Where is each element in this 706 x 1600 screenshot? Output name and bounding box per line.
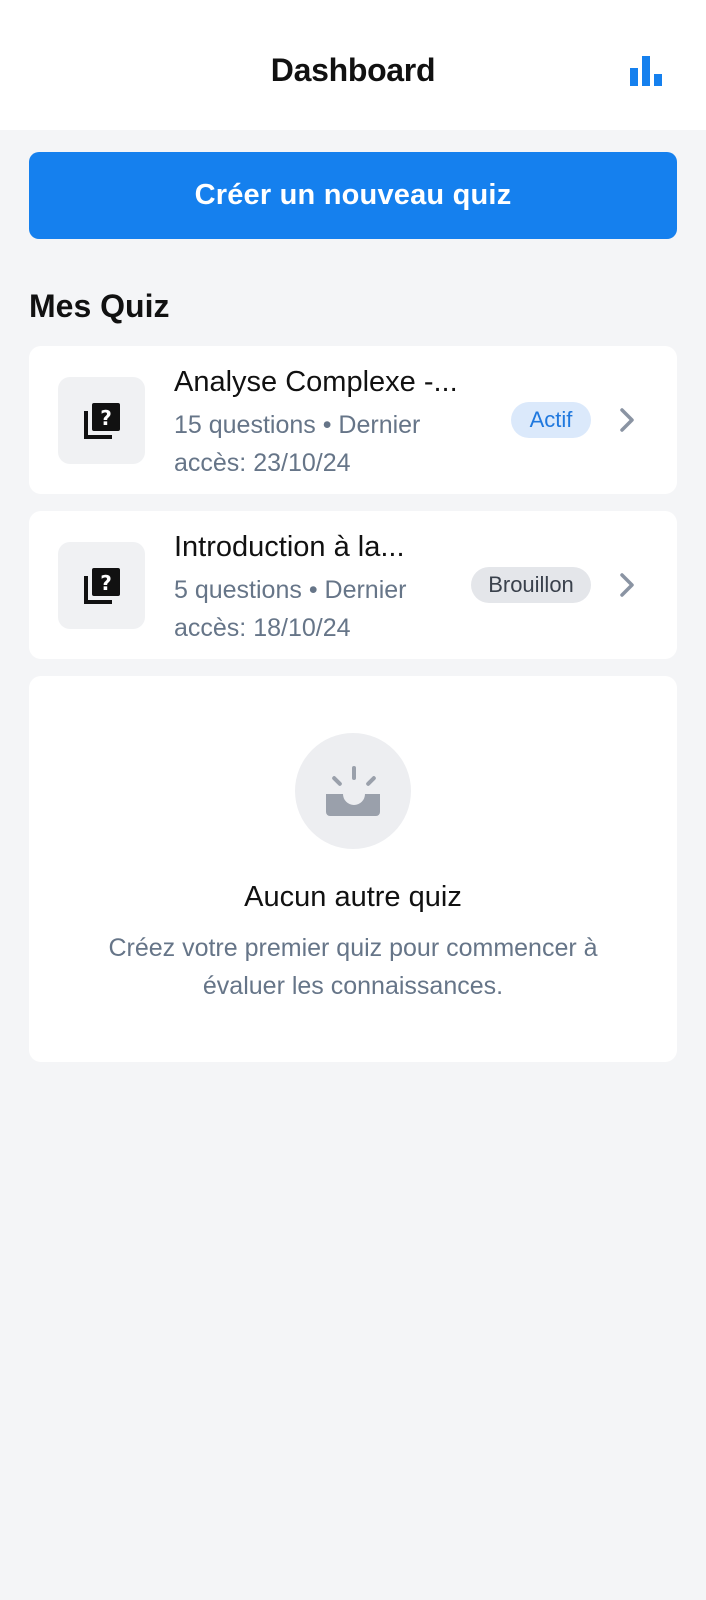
section-title: Mes Quiz <box>29 288 170 324</box>
page-title: Dashboard <box>270 52 436 88</box>
quiz-title: Introduction à la... <box>174 531 405 563</box>
quiz-question-icon: ? <box>83 402 120 439</box>
chevron-right-icon <box>620 408 634 432</box>
statistics-button[interactable] <box>630 54 670 94</box>
create-quiz-button[interactable]: Créer un nouveau quiz <box>29 152 677 239</box>
quiz-title: Analyse Complexe -... <box>174 366 458 398</box>
empty-state-card: Aucun autre quiz Créez votre premier qui… <box>29 676 677 1062</box>
empty-state-description: Créez votre premier quiz pour commencer … <box>108 934 598 1000</box>
quiz-card[interactable]: ? Introduction à la... 5 questions • Der… <box>29 511 677 659</box>
quiz-card[interactable]: ? Analyse Complexe -... 15 questions • D… <box>29 346 677 494</box>
svg-text:?: ? <box>100 406 112 430</box>
status-badge: Brouillon <box>471 567 591 603</box>
quiz-question-icon: ? <box>83 567 120 604</box>
bar-chart-icon <box>630 56 662 86</box>
empty-state-title: Aucun autre quiz <box>244 881 462 913</box>
svg-text:?: ? <box>100 571 112 595</box>
status-badge: Actif <box>511 402 591 438</box>
empty-inbox-icon <box>326 766 380 816</box>
quiz-meta: 5 questions • Dernier accès: 18/10/24 <box>174 576 407 642</box>
empty-icon-container <box>295 733 411 849</box>
quiz-meta: 15 questions • Dernier accès: 23/10/24 <box>174 411 421 477</box>
quiz-icon-container: ? <box>58 377 145 464</box>
chevron-right-icon <box>620 573 634 597</box>
app-header: Dashboard <box>0 0 706 130</box>
quiz-icon-container: ? <box>58 542 145 629</box>
